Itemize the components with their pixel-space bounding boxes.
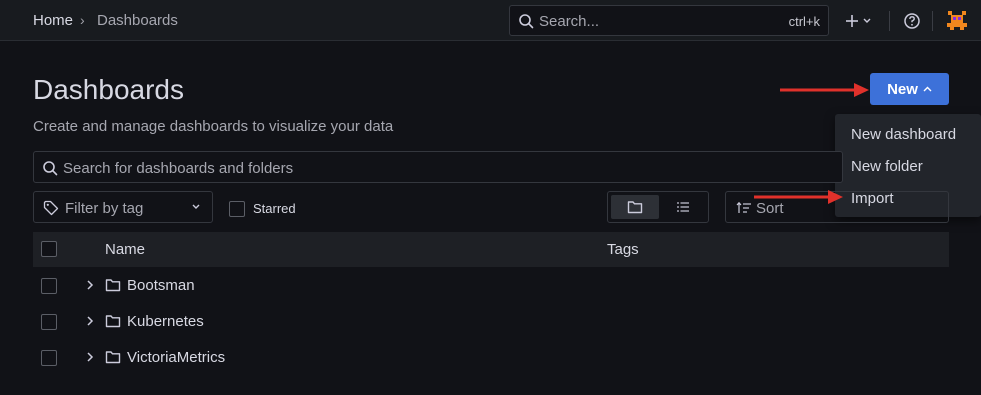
menu-item-new-dashboard[interactable]: New dashboard: [851, 126, 956, 143]
starred-checkbox[interactable]: [229, 201, 245, 217]
top-bar: Home › Dashboards Search... ctrl+k: [0, 0, 981, 41]
help-button[interactable]: [902, 11, 922, 31]
folder-icon: [105, 314, 121, 333]
page-subtitle: Create and manage dashboards to visualiz…: [33, 118, 394, 135]
toolbar-divider: [889, 11, 890, 31]
chevron-down-icon: [191, 200, 201, 219]
row-checkbox[interactable]: [41, 350, 57, 366]
folder-view-button[interactable]: [611, 195, 659, 219]
chevron-up-icon: [923, 84, 932, 95]
folder-name[interactable]: Bootsman: [127, 277, 195, 294]
toolbar-divider: [932, 11, 933, 31]
new-button[interactable]: New: [870, 73, 949, 105]
tag-filter-select[interactable]: Filter by tag: [33, 191, 213, 223]
dashboard-search-input[interactable]: Search for dashboards and folders: [33, 151, 843, 183]
chevron-right-icon[interactable]: [85, 350, 95, 369]
view-mode-toggle: [607, 191, 709, 223]
menu-item-new-folder[interactable]: New folder: [851, 158, 923, 175]
annotation-arrow-icon: [780, 83, 869, 97]
row-checkbox[interactable]: [41, 314, 57, 330]
add-menu-button[interactable]: [842, 11, 876, 31]
sort-icon: [736, 201, 752, 220]
table-row[interactable]: VictoriaMetrics: [33, 340, 949, 376]
breadcrumb-home[interactable]: Home: [33, 12, 73, 29]
starred-label: Starred: [253, 201, 296, 216]
page-title: Dashboards: [33, 74, 184, 105]
tag-filter-placeholder: Filter by tag: [65, 200, 144, 217]
plus-icon: [846, 15, 871, 27]
table-row[interactable]: Kubernetes: [33, 304, 949, 340]
search-icon: [518, 13, 534, 34]
search-icon: [42, 160, 58, 181]
folder-name[interactable]: VictoriaMetrics: [127, 349, 225, 366]
user-avatar[interactable]: [945, 8, 969, 32]
chevron-right-icon[interactable]: [85, 278, 95, 297]
avatar-icon: [945, 8, 969, 32]
new-button-label: New: [887, 80, 918, 98]
folder-icon: [627, 201, 643, 214]
tag-icon: [43, 200, 59, 221]
row-checkbox[interactable]: [41, 278, 57, 294]
folder-icon: [105, 278, 121, 297]
list-view-button[interactable]: [659, 195, 707, 219]
chevron-right-icon[interactable]: [85, 314, 95, 333]
global-search-input[interactable]: Search... ctrl+k: [509, 5, 829, 36]
column-header-name: Name: [105, 241, 146, 258]
list-icon: [677, 202, 689, 212]
folder-icon: [105, 350, 121, 369]
global-search-placeholder: Search...: [539, 13, 600, 30]
breadcrumb-current[interactable]: Dashboards: [97, 12, 178, 29]
column-header-tags: Tags: [607, 241, 639, 258]
table-header: Name Tags: [33, 232, 949, 267]
dashboard-search-placeholder: Search for dashboards and folders: [63, 160, 294, 177]
annotation-arrow-icon: [754, 190, 843, 204]
breadcrumb-separator: ›: [80, 12, 85, 28]
table-row[interactable]: Bootsman: [33, 268, 949, 304]
help-icon: [904, 13, 920, 29]
select-all-checkbox[interactable]: [41, 241, 57, 257]
folder-name[interactable]: Kubernetes: [127, 313, 204, 330]
search-shortcut-hint: ctrl+k: [788, 14, 820, 29]
